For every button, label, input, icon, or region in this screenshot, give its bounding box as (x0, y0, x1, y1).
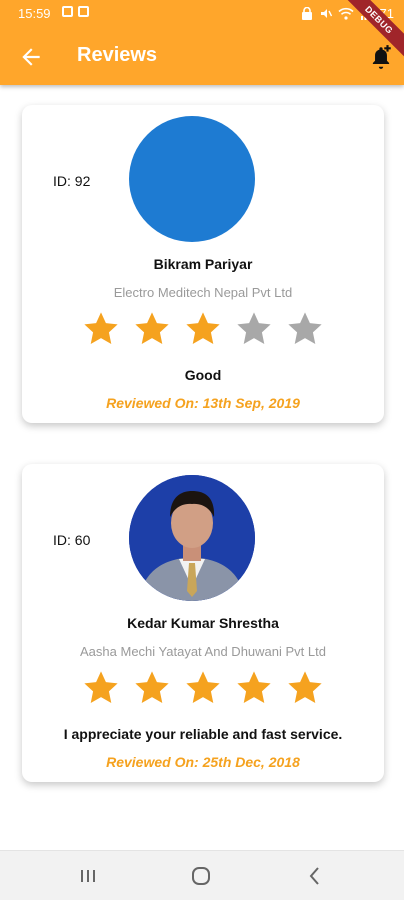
add-alert-icon[interactable] (368, 44, 394, 70)
review-comment: Good (184, 367, 222, 383)
avatar (129, 475, 255, 601)
page-title: Reviews (77, 44, 158, 66)
home-icon[interactable] (188, 863, 214, 889)
review-card: ID: 92 Bikram Pariyar Electro Meditech N… (22, 105, 384, 423)
star-filled-icon (186, 312, 220, 345)
review-comment: I appreciate your reliable and fast serv… (63, 726, 343, 742)
mute-icon (320, 9, 332, 18)
reviewer-name: Kedar Kumar Shrestha (127, 615, 279, 631)
status-bar: 15:59 71 (0, 0, 404, 28)
star-filled-icon (237, 671, 271, 704)
status-left-icons (62, 6, 89, 17)
wifi-icon (337, 7, 354, 20)
review-date: Reviewed On: 13th Sep, 2019 (106, 395, 300, 411)
status-time: 15:59 (18, 6, 51, 21)
notification-icon (62, 6, 73, 17)
person-photo (129, 475, 255, 601)
star-filled-icon (288, 671, 322, 704)
rating-stars (82, 310, 324, 356)
reviewer-name: Bikram Pariyar (153, 256, 253, 272)
back-arrow-icon[interactable] (18, 44, 44, 70)
lock-icon (301, 7, 312, 20)
star-filled-icon (186, 671, 220, 704)
star-filled-icon (135, 312, 169, 345)
company-name: Aasha Mechi Yatayat And Dhuwani Pvt Ltd (80, 644, 326, 659)
star-filled-icon (84, 312, 118, 345)
system-nav-bar (0, 850, 404, 900)
star-empty-icon (288, 312, 322, 345)
star-empty-icon (237, 312, 271, 345)
image-icon (78, 6, 89, 17)
review-id: ID: 60 (53, 532, 91, 548)
app-bar: 15:59 71 Reviews DEBUG (0, 0, 404, 85)
nav-back-icon[interactable] (302, 863, 328, 889)
star-filled-icon (135, 671, 169, 704)
review-date: Reviewed On: 25th Dec, 2018 (106, 754, 300, 770)
review-id: ID: 92 (53, 173, 91, 189)
star-filled-icon (84, 671, 118, 704)
review-card: ID: 60 Kedar Kumar Shrestha Aasha Mechi … (22, 464, 384, 782)
recent-apps-icon[interactable] (75, 863, 101, 889)
avatar (129, 116, 255, 242)
rating-stars (82, 669, 324, 715)
company-name: Electro Meditech Nepal Pvt Ltd (113, 285, 293, 300)
